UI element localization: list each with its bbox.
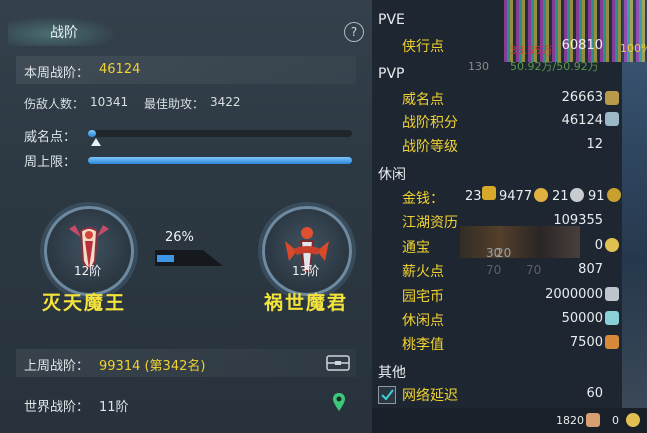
pve-chivalry-value: 60810 xyxy=(561,38,603,53)
currency-panel: 33.55万 50.92万/50.92万 130 100% PVE 侠行点 60… xyxy=(372,0,647,433)
weekly-cap-bar-fill xyxy=(88,157,352,164)
ranking-list-icon[interactable] xyxy=(326,355,350,371)
checkmark-icon xyxy=(381,389,394,401)
skill-bar-background xyxy=(460,226,580,258)
current-rank-level: 12阶 xyxy=(74,264,102,278)
overlay-level: 130 xyxy=(468,60,489,73)
xinhuo-value: 807 xyxy=(578,262,603,277)
pvp-fame-value: 26663 xyxy=(561,90,603,105)
pvp-level-value: 12 xyxy=(586,137,603,152)
latency-value: 60 xyxy=(586,386,603,401)
pve-header: PVE xyxy=(378,12,405,28)
pvp-fame-label: 威名点 xyxy=(402,92,444,108)
current-rank-name: 灭天魔王 xyxy=(42,292,127,314)
scene-background-strip xyxy=(622,0,647,433)
peach-icon xyxy=(605,335,619,349)
latency-checkbox[interactable] xyxy=(378,386,396,404)
bg-number-2: 20 xyxy=(496,246,512,260)
weekly-cap-bar xyxy=(88,157,352,164)
silver-coin-icon xyxy=(570,188,584,202)
weekly-cap-label: 周上限： xyxy=(24,155,77,170)
money-label: 金钱： xyxy=(402,191,444,207)
taoli-value: 7500 xyxy=(569,335,603,350)
world-rank-row: 世界战阶： 11阶 xyxy=(16,390,356,418)
rank-progress-percent: 26% xyxy=(165,230,194,245)
bg-number-3: 70 xyxy=(486,263,502,277)
leisure-header: 休闲 xyxy=(378,167,406,183)
kills-label: 伤敌人数： xyxy=(24,97,85,111)
money-silver: 21 xyxy=(552,189,569,204)
pve-chivalry-label: 侠行点 xyxy=(402,39,444,55)
fame-bar-fill xyxy=(88,130,96,137)
last-week-label: 上周战阶： xyxy=(24,359,90,374)
rank-progress-arrow xyxy=(155,250,223,266)
taoli-label: 桃李值 xyxy=(402,337,444,353)
world-rank-label: 世界战阶： xyxy=(24,400,90,415)
tongbao-label: 通宝 xyxy=(402,240,430,256)
world-rank-value: 11阶 xyxy=(99,400,129,415)
fame-label: 威名点： xyxy=(24,130,77,145)
pvp-header: PVP xyxy=(378,66,405,82)
pvp-score-value: 46124 xyxy=(561,113,603,128)
latency-label: 网络延迟 xyxy=(402,388,458,404)
panel-title: 战阶 xyxy=(50,25,78,41)
fame-icon xyxy=(605,91,619,105)
assist-value: 3422 xyxy=(210,95,241,109)
help-icon[interactable]: ? xyxy=(344,22,364,42)
assist-label: 最佳助攻： xyxy=(144,97,205,111)
overlay-percent: 100% xyxy=(620,42,647,55)
last-week-value: 99314 (第342名) xyxy=(99,359,206,374)
footer-item-icon[interactable] xyxy=(586,413,600,427)
bg-number-4: 70 xyxy=(526,263,542,277)
next-rank-medal[interactable] xyxy=(262,206,352,296)
copper-coin-icon xyxy=(607,188,621,202)
money-gold: 9477 xyxy=(499,189,533,204)
jianghu-label: 江湖资历 xyxy=(402,215,458,231)
overlay-mp-text: 50.92万/50.92万 xyxy=(510,60,599,73)
weekly-rank-label: 本周战阶： xyxy=(24,66,90,81)
footer-bar: 1820 0 xyxy=(372,408,647,433)
next-rank-level: 13阶 xyxy=(292,264,320,278)
panel-titlebar: 战阶 xyxy=(0,12,372,48)
footer-coins: 0 xyxy=(612,414,619,427)
gold-coin-icon xyxy=(534,188,548,202)
last-week-row: 上周战阶： 99314 (第342名) xyxy=(16,349,356,377)
next-rank-name: 祸世魔君 xyxy=(264,292,349,314)
xinhuo-label: 薪火点 xyxy=(402,264,444,280)
yuanzhai-value: 2000000 xyxy=(545,287,603,302)
money-gold-big: 23 xyxy=(465,189,482,204)
fame-marker-icon xyxy=(91,138,101,146)
overlay-hp-text: 33.55万 xyxy=(510,44,553,57)
footer-count: 1820 xyxy=(556,414,584,427)
weekly-rank-row: 本周战阶： 46124 xyxy=(16,56,356,84)
weekly-rank-value: 46124 xyxy=(99,62,141,77)
footer-coin-icon[interactable] xyxy=(626,413,640,427)
pvp-level-label: 战阶等级 xyxy=(402,139,458,155)
tongbao-coin-icon xyxy=(605,238,619,252)
other-header: 其他 xyxy=(378,365,406,381)
leisure-points-label: 休闲点 xyxy=(402,313,444,329)
war-score-icon xyxy=(605,112,619,126)
kills-value: 10341 xyxy=(90,95,129,109)
leisure-icon xyxy=(605,311,619,325)
war-rank-panel: 战阶 ? 本周战阶： 46124 伤敌人数： 10341 最佳助攻： 3422 … xyxy=(0,0,372,433)
garden-coin-icon xyxy=(605,287,619,301)
yuanzhai-label: 园宅币 xyxy=(402,289,444,305)
leisure-points-value: 50000 xyxy=(561,311,603,326)
money-copper: 91 xyxy=(588,189,605,204)
pvp-score-label: 战阶积分 xyxy=(402,115,458,131)
gold-ingot-icon xyxy=(482,186,496,200)
tongbao-value: 0 xyxy=(594,238,603,253)
current-rank-medal[interactable] xyxy=(44,206,134,296)
fame-bar xyxy=(88,130,352,137)
location-pin-icon[interactable] xyxy=(332,392,346,412)
